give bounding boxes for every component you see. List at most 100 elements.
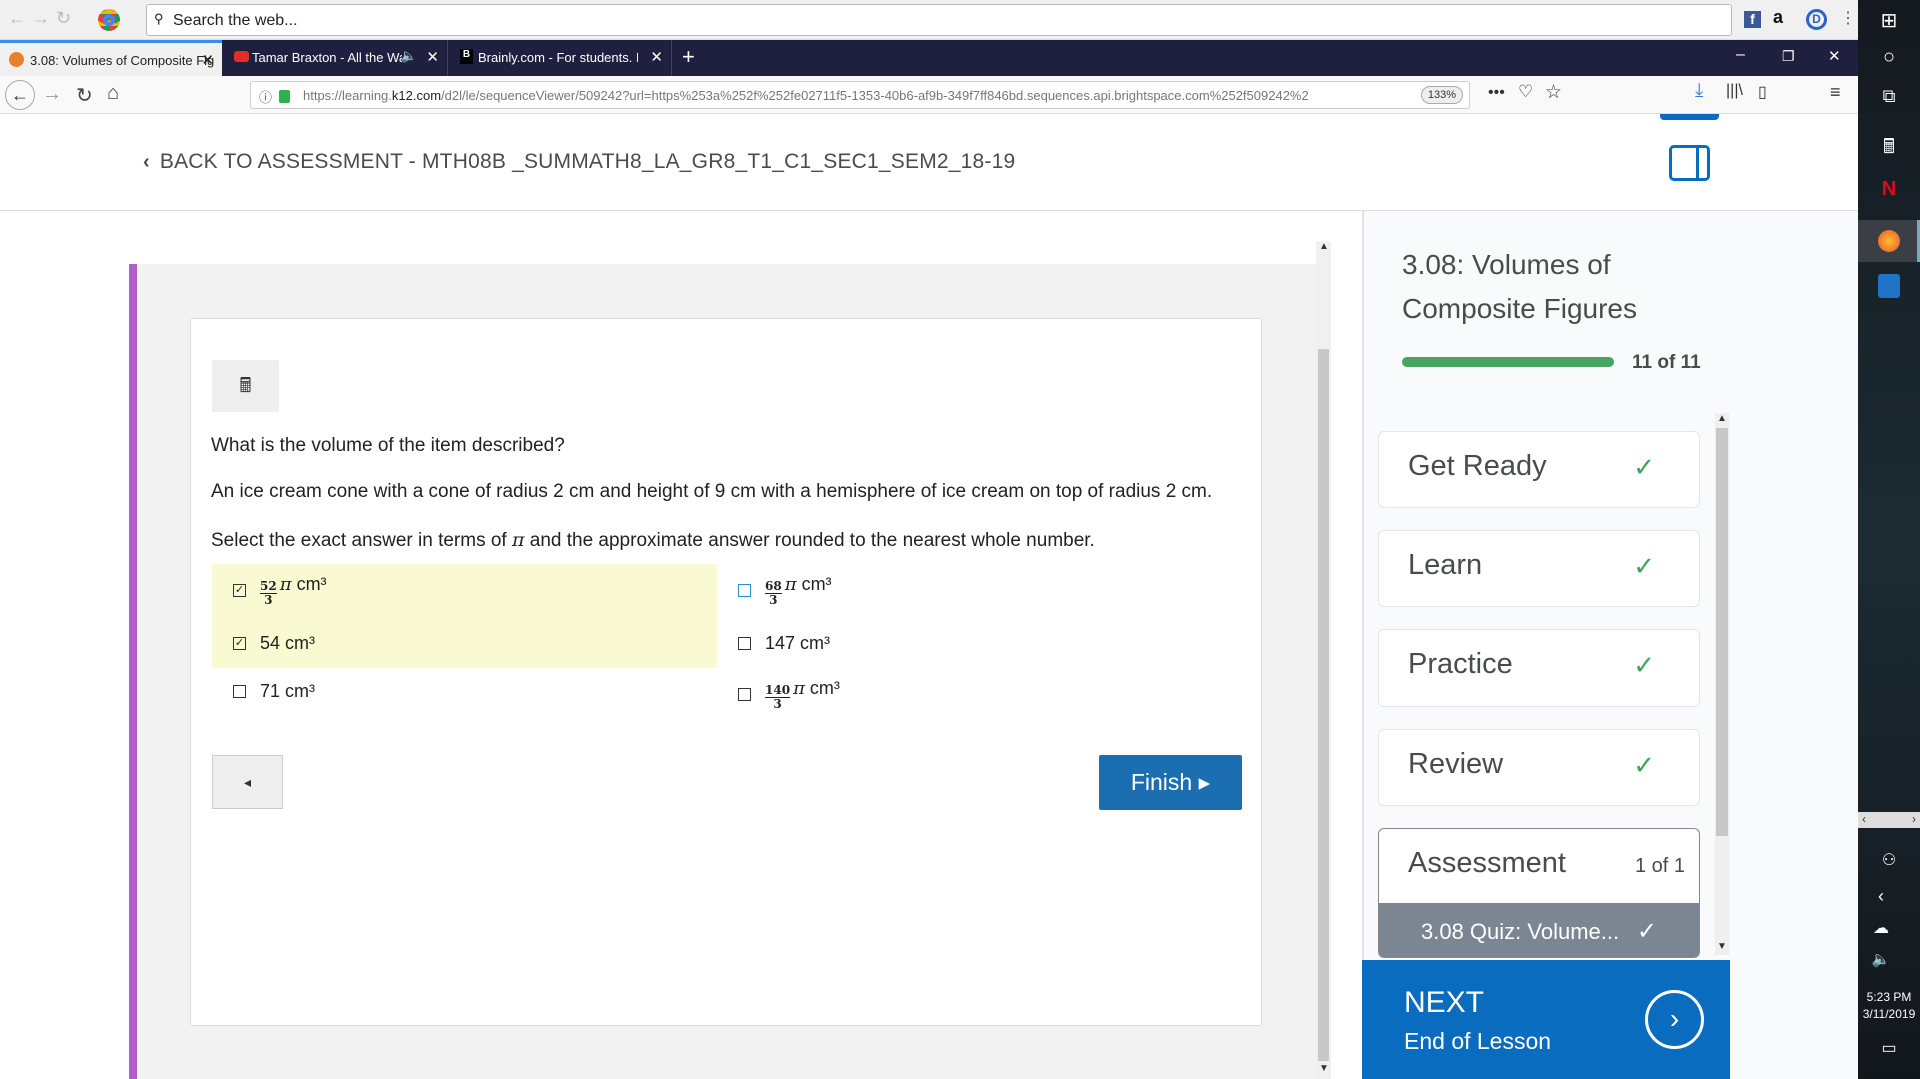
tab-volumes[interactable]: 3.08: Volumes of Composite Fig ✕ [0,40,222,76]
section-review[interactable]: Review ✓ [1378,729,1700,806]
forward-icon[interactable]: → [32,8,50,29]
windows-start-icon[interactable]: ⊞ [1858,8,1920,33]
app-icon[interactable] [1878,274,1900,298]
check-icon: ✓ [1633,750,1655,780]
extension-icon[interactable]: D [1806,9,1827,30]
url-prefix: https://learning. [303,88,392,103]
section-practice[interactable]: Practice ✓ [1378,629,1700,707]
next-button[interactable]: NEXT End of Lesson › [1362,960,1730,1079]
close-icon[interactable]: ✕ [650,48,663,66]
tab-label: 3.08: Volumes of Composite Fig [30,53,215,68]
sidebar-icon[interactable]: ▯ [1758,82,1767,102]
answer-option[interactable]: ✓ 52 3 π cm³ [233,574,327,607]
scroll-down-icon[interactable]: ▼ [1717,941,1727,952]
answer-option[interactable]: 147 cm³ [738,633,830,654]
answer-option[interactable]: ✓ 54 cm³ [233,633,315,654]
checkbox[interactable] [233,685,246,698]
chevron-left-icon[interactable]: ‹ [1850,886,1912,907]
clock-time[interactable]: 5:23 PM [1858,990,1920,1004]
forward-icon[interactable]: → [42,83,62,106]
firefox-icon [1878,230,1900,252]
lock-icon [279,90,290,103]
active-indicator [1660,114,1719,120]
minimize-icon[interactable]: – [1736,46,1745,64]
tab-youtube[interactable]: Tamar Braxton - All the Way 🔈 ✕ [222,40,448,76]
reload-icon[interactable]: ↻ [76,83,93,108]
url-bar[interactable]: ⓘ https://learning.k12.com/d2l/le/sequen… [250,81,1470,109]
reload-icon[interactable]: ↻ [56,8,71,29]
firefox-taskbar-item[interactable] [1858,220,1920,262]
section-label: Review [1408,748,1504,780]
speaker-icon[interactable]: 🔈 [401,48,417,64]
check-icon: ✓ [1636,918,1657,945]
finish-button[interactable]: Finish ▸ [1099,755,1242,810]
info-icon[interactable]: ⓘ [259,87,272,106]
section-get-ready[interactable]: Get Ready ✓ [1378,431,1700,508]
youtube-icon [234,51,249,62]
scroll-up-icon[interactable]: ▲ [1717,413,1727,424]
calculator-app-icon[interactable]: 🖩 [1858,132,1920,166]
main-scrollbar[interactable]: ▲ ▼ [1316,241,1331,1079]
bookmark-star-icon[interactable]: ☆ [1545,81,1562,104]
more-icon[interactable]: ••• [1488,84,1505,102]
hamburger-menu-icon[interactable]: ≡ [1830,82,1841,103]
close-icon[interactable]: ✕ [201,51,214,69]
question-instruction: Select the exact answer in terms of π an… [211,529,1095,552]
new-tab-icon[interactable]: + [682,44,695,70]
onedrive-icon[interactable]: ☁ [1850,918,1912,938]
checkbox-checked[interactable]: ✓ [233,584,246,597]
amazon-icon[interactable]: a [1773,7,1783,28]
section-assessment[interactable]: Assessment 1 of 1 3.08 Quiz: Volume... ✓ [1378,828,1700,958]
menu-dots-icon[interactable]: ⋮ [1840,8,1856,28]
sidebar-scrollbar[interactable]: ▲ ▼ [1715,413,1729,955]
back-icon[interactable]: ← [8,8,26,29]
search-icon: ⚲ [154,11,164,26]
taskbar-scroller[interactable]: ‹ › [1858,812,1920,828]
option-text: 71 cm³ [260,681,316,701]
section-learn[interactable]: Learn ✓ [1378,530,1700,607]
web-search-input[interactable]: ⚲ Search the web... [146,4,1732,36]
section-label: Learn [1408,549,1483,581]
chrome-icon[interactable] [98,9,120,31]
chevron-right-icon[interactable]: › [1912,812,1916,826]
scroll-thumb[interactable] [1716,428,1728,836]
calculator-button[interactable]: 🖩 [212,360,279,412]
zoom-level[interactable]: 133% [1420,86,1463,104]
scroll-thumb[interactable] [1318,349,1329,1061]
chevron-left-icon[interactable]: ‹ [1862,812,1866,826]
task-view-icon[interactable]: ⧉ [1858,86,1920,107]
tab-brainly[interactable]: B Brainly.com - For students. By s ✕ [448,40,672,76]
library-icon[interactable]: |||\ [1726,82,1743,100]
quiz-item[interactable]: 3.08 Quiz: Volume... ✓ [1379,903,1699,957]
check-icon: ✓ [1633,452,1655,482]
cortana-icon[interactable]: ○ [1858,46,1920,69]
download-icon[interactable]: ⤓ [1695,80,1703,102]
window-close-icon[interactable]: ✕ [1828,47,1841,65]
notification-icon[interactable]: ▭ [1858,1038,1920,1058]
previous-button[interactable]: ◂ [212,755,283,809]
restore-icon[interactable]: ❐ [1782,48,1795,65]
home-icon[interactable]: ⌂ [107,82,119,105]
clock-date[interactable]: 3/11/2019 [1858,1007,1920,1021]
answer-option[interactable]: 68 3 π cm³ [738,574,832,607]
people-icon[interactable]: ⚇ [1858,850,1920,870]
answer-option[interactable]: 71 cm³ [233,681,315,702]
checkbox[interactable] [738,637,751,650]
answer-option[interactable]: 140 3 π cm³ [738,678,840,711]
checkbox[interactable] [738,688,751,701]
toggle-panel-icon[interactable] [1669,145,1710,181]
back-to-assessment-link[interactable]: ‹ BACK TO ASSESSMENT - MTH08B _SUMMATH8_L… [143,150,1015,174]
volume-icon[interactable]: 🔈 [1850,950,1912,968]
checkbox[interactable] [738,584,751,597]
check-icon: ✓ [1633,551,1655,581]
facebook-icon[interactable]: f [1744,11,1761,28]
pocket-icon[interactable]: ♡ [1518,82,1533,102]
close-icon[interactable]: ✕ [426,48,439,66]
back-label: BACK TO ASSESSMENT - MTH08B _SUMMATH8_LA… [159,150,1016,173]
scroll-down-icon[interactable]: ▼ [1319,1063,1329,1074]
scroll-up-icon[interactable]: ▲ [1319,241,1329,252]
checkbox-checked[interactable]: ✓ [233,637,246,650]
url-path: /d2l/le/sequenceViewer/509242?url=https%… [441,88,1309,103]
back-icon[interactable]: ← [5,80,35,110]
netflix-icon[interactable]: N [1858,178,1920,201]
